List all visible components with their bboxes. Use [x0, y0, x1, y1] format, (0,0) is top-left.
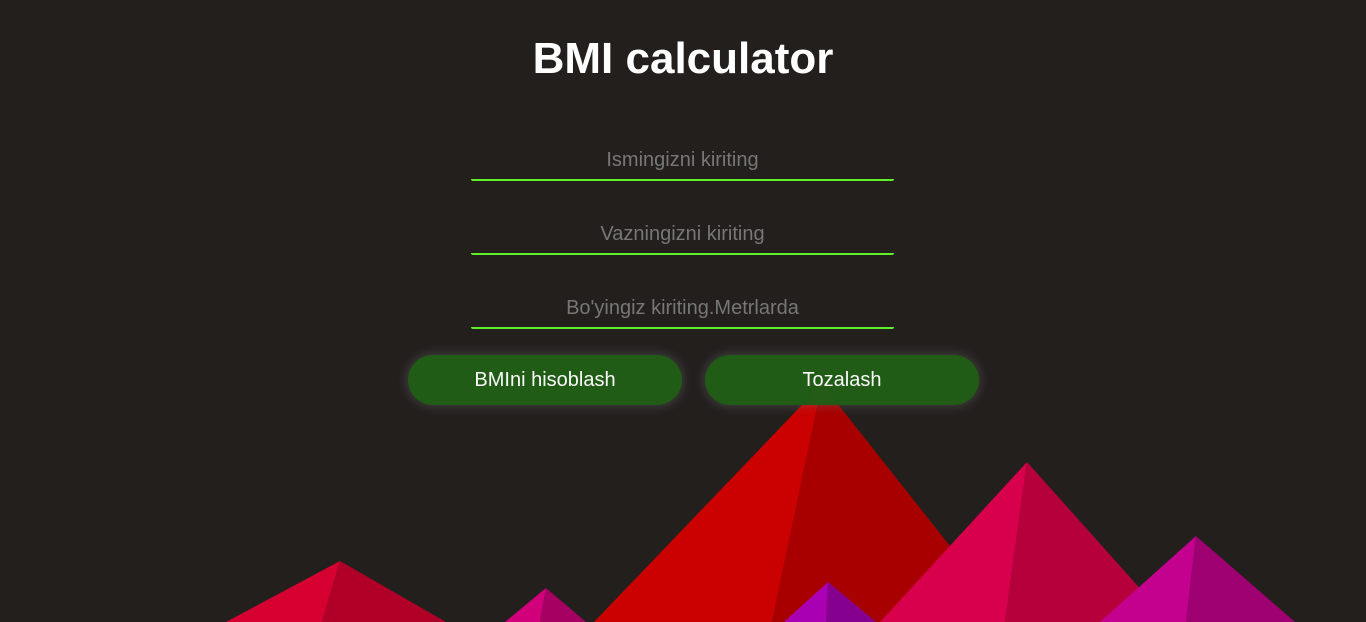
calculator-panel: BMI calculator BMIni hisoblash Tozalash: [0, 0, 1366, 622]
bmi-page: BMI calculator BMIni hisoblash Tozalash: [0, 0, 1366, 622]
height-input[interactable]: [471, 289, 894, 329]
page-title: BMI calculator: [532, 34, 834, 83]
name-input[interactable]: [471, 141, 894, 181]
clear-button[interactable]: Tozalash: [705, 355, 979, 405]
calculate-bmi-button[interactable]: BMIni hisoblash: [408, 355, 682, 405]
weight-input[interactable]: [471, 215, 894, 255]
